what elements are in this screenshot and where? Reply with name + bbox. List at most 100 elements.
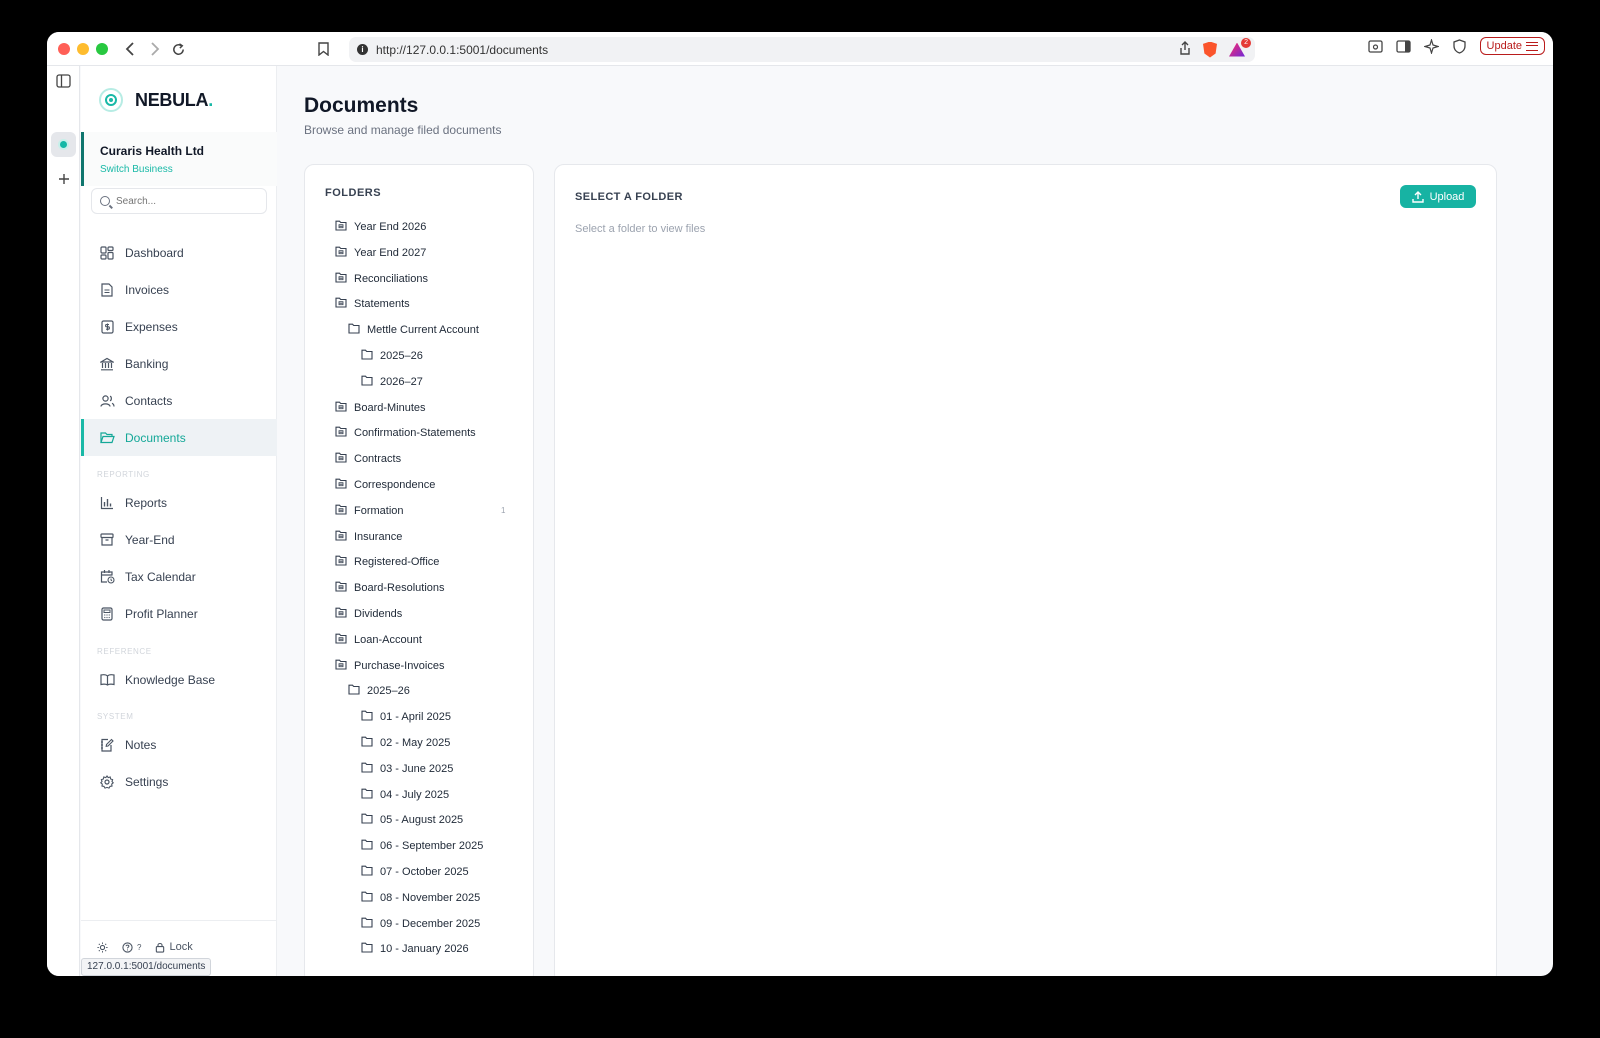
folder-archive-icon	[335, 401, 347, 415]
folder-item[interactable]: Contracts	[335, 450, 401, 468]
sidebar-item-reports[interactable]: Reports	[81, 484, 277, 521]
folder-item[interactable]: 2025–26	[348, 682, 410, 700]
folder-item[interactable]: 01 - April 2025	[361, 708, 451, 726]
folder-label: 2026–27	[380, 375, 423, 388]
folder-item[interactable]: 08 - November 2025	[361, 889, 480, 907]
maximize-window-button[interactable]	[96, 43, 108, 55]
folder-label: 2025–26	[380, 350, 423, 362]
folder-label: Correspondence	[354, 479, 436, 491]
active-tab-favicon[interactable]	[51, 132, 76, 157]
share-icon[interactable]	[1179, 41, 1191, 58]
sidebar-item-expenses[interactable]: Expenses	[81, 308, 277, 345]
address-bar[interactable]: i http://127.0.0.1:5001/documents 2	[349, 37, 1255, 62]
sidebar-item-banking[interactable]: Banking	[81, 345, 277, 382]
reader-mode-icon[interactable]	[1368, 38, 1384, 54]
new-tab-icon[interactable]	[55, 170, 72, 187]
sidebar-item-notes[interactable]: Notes	[81, 726, 277, 763]
folder-item[interactable]: 04 - July 2025	[361, 786, 449, 804]
folder-item[interactable]: Board-Resolutions	[335, 579, 445, 597]
folder-label: 2025–26	[367, 685, 410, 698]
lock-button[interactable]: Lock	[155, 941, 193, 953]
sidebar-item-knowledge-base[interactable]: Knowledge Base	[81, 661, 277, 698]
sidebar-item-invoices[interactable]: Invoices	[81, 271, 277, 308]
file-text-icon	[99, 282, 115, 298]
browser-right-controls: Update	[1368, 37, 1545, 55]
folder-item[interactable]: Statements	[335, 295, 410, 313]
folder-label: Year End 2026	[354, 221, 427, 233]
folder-item[interactable]: Correspondence	[335, 476, 435, 494]
brave-shields-icon[interactable]	[1203, 41, 1217, 58]
folder-item[interactable]: 03 - June 2025	[361, 760, 453, 778]
folder-item[interactable]: Loan-Account	[335, 631, 422, 649]
folder-open-icon	[99, 430, 115, 446]
site-info-icon[interactable]: i	[357, 44, 368, 55]
folder-item[interactable]: 10 - January 2026	[361, 940, 469, 958]
folder-label: Reconciliations	[354, 272, 428, 285]
bookmark-icon[interactable]	[313, 39, 333, 59]
search-input[interactable]	[116, 195, 256, 207]
folder-item[interactable]: Mettle Current Account	[348, 321, 479, 339]
folder-item[interactable]: Year End 2026	[335, 218, 426, 236]
sidebar-item-tax-calendar[interactable]: Tax Calendar	[81, 558, 277, 595]
help-button[interactable]: ?	[122, 941, 141, 953]
page-subtitle: Browse and manage filed documents	[304, 123, 502, 137]
vpn-shield-icon[interactable]	[1452, 38, 1468, 54]
sidebar-toggle-icon[interactable]	[1396, 38, 1412, 54]
brave-rewards-icon[interactable]: 2	[1229, 37, 1251, 57]
browser-toolbar: i http://127.0.0.1:5001/documents 2 Upda…	[47, 32, 1553, 66]
nav-section-label: REFERENCE	[97, 647, 152, 656]
folder-label: Year End 2027	[354, 246, 427, 259]
folder-item[interactable]: 2025–26	[361, 347, 423, 365]
files-panel: SELECT A FOLDER Select a folder to view …	[554, 164, 1497, 976]
notebook-pen-icon	[99, 737, 115, 753]
theme-toggle-icon[interactable]	[97, 941, 108, 953]
update-button[interactable]: Update	[1479, 37, 1545, 55]
folder-item[interactable]: Formation 1	[335, 502, 505, 520]
address-url: http://127.0.0.1:5001/documents	[376, 42, 549, 57]
folder-item[interactable]: Board-Minutes	[335, 399, 426, 417]
folder-icon	[361, 788, 373, 802]
sidebar-panel-icon[interactable]	[55, 72, 72, 89]
app-logo[interactable]: NEBULA.	[99, 88, 213, 112]
folder-item[interactable]: 09 - December 2025	[361, 915, 480, 933]
folder-item[interactable]: 05 - August 2025	[361, 811, 463, 829]
folder-label: Board-Minutes	[354, 401, 426, 414]
folder-item[interactable]: 07 - October 2025	[361, 863, 469, 881]
folder-archive-icon	[335, 581, 347, 595]
nav-section-label: REPORTING	[97, 470, 150, 479]
folder-item[interactable]: Reconciliations	[335, 270, 428, 288]
folder-item[interactable]: Dividends	[335, 605, 402, 623]
ai-sparkle-icon[interactable]	[1424, 38, 1440, 54]
folder-item[interactable]: Confirmation-Statements	[335, 424, 476, 442]
reload-icon[interactable]	[168, 39, 188, 59]
folder-label: 07 - October 2025	[380, 866, 469, 878]
sidebar-item-label: Expenses	[125, 319, 178, 334]
close-window-button[interactable]	[58, 43, 70, 55]
folder-label: 01 - April 2025	[380, 711, 451, 724]
folder-label: Confirmation-Statements	[354, 427, 476, 440]
folder-item[interactable]: Registered-Office	[335, 553, 439, 571]
folder-archive-icon	[335, 272, 347, 286]
folder-item[interactable]: 06 - September 2025	[361, 837, 483, 855]
sidebar-item-settings[interactable]: Settings	[81, 763, 277, 800]
folder-item[interactable]: Purchase-Invoices	[335, 657, 445, 675]
sidebar-item-dashboard[interactable]: Dashboard	[81, 234, 277, 271]
folder-item[interactable]: Insurance	[335, 528, 402, 546]
back-icon[interactable]	[120, 39, 140, 59]
window-controls	[58, 43, 108, 55]
sidebar-item-profit-planner[interactable]: Profit Planner	[81, 595, 277, 632]
folder-file-count: 1	[501, 506, 506, 516]
search-box[interactable]	[91, 188, 267, 214]
sidebar-item-documents[interactable]: Documents	[81, 419, 277, 456]
folder-item[interactable]: Year End 2027	[335, 244, 426, 262]
folder-archive-icon	[335, 530, 347, 544]
folder-item[interactable]: 02 - May 2025	[361, 734, 450, 752]
sidebar-item-contacts[interactable]: Contacts	[81, 382, 277, 419]
folder-item[interactable]: 2026–27	[361, 373, 423, 391]
forward-icon[interactable]	[145, 39, 165, 59]
sidebar-item-year-end[interactable]: Year-End	[81, 521, 277, 558]
minimize-window-button[interactable]	[77, 43, 89, 55]
upload-button[interactable]: Upload	[1400, 185, 1476, 208]
business-selector[interactable]: Curaris Health Ltd Switch Business	[81, 132, 277, 186]
switch-business-link[interactable]: Switch Business	[100, 164, 277, 175]
